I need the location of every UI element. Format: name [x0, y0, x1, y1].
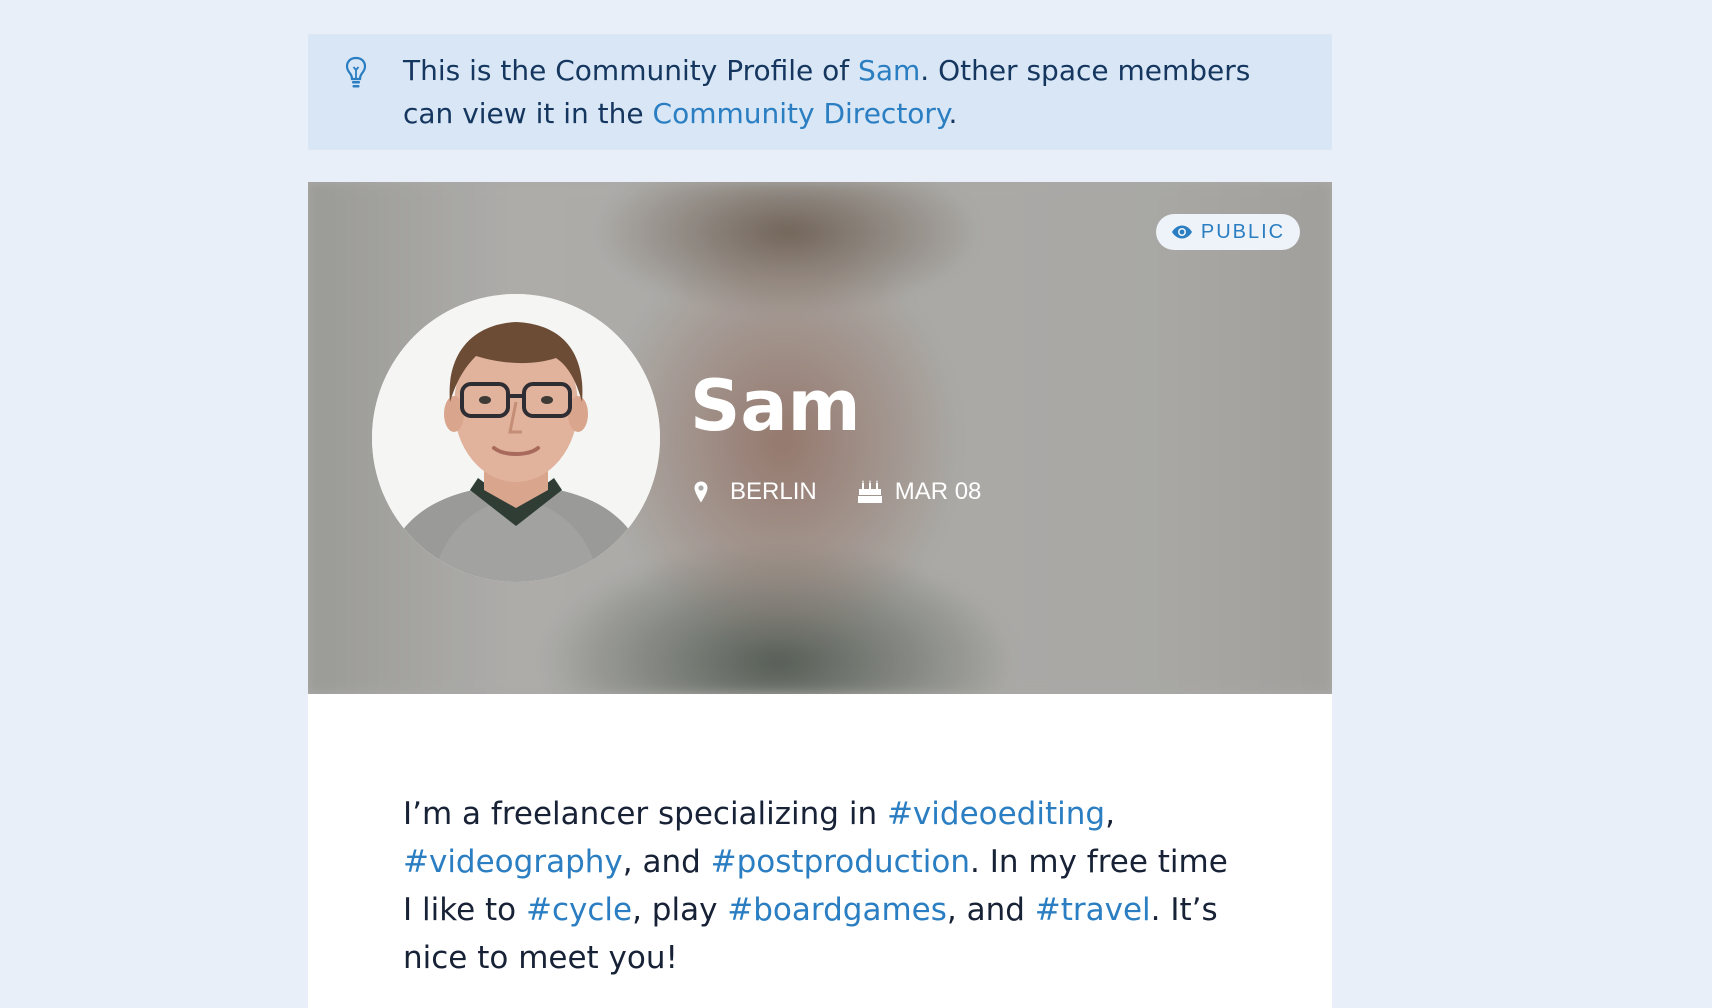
- hashtag-link[interactable]: #videoediting: [887, 796, 1105, 832]
- cover-image: PUBLIC Sam BERLIN MAR 08: [308, 182, 1332, 694]
- hashtag-link[interactable]: #cycle: [526, 892, 632, 928]
- profile-bio: I’m a freelancer specializing in #videoe…: [403, 790, 1233, 982]
- map-pin-icon: [694, 481, 708, 503]
- visibility-badge[interactable]: PUBLIC: [1156, 214, 1300, 250]
- profile-name: Sam: [690, 365, 861, 447]
- banner-text-prefix: This is the Community Profile of: [403, 54, 859, 87]
- bio-text: , and: [946, 892, 1035, 928]
- eye-icon: [1171, 225, 1192, 239]
- hashtag-link[interactable]: #travel: [1035, 892, 1151, 928]
- bio-text: , play: [632, 892, 728, 928]
- hashtag-link[interactable]: #postproduction: [711, 844, 970, 880]
- avatar: [372, 294, 660, 582]
- lightbulb-icon: [345, 56, 367, 88]
- location-label: BERLIN: [730, 478, 817, 505]
- profile-meta: BERLIN MAR 08: [694, 476, 981, 508]
- banner-text-suffix: .: [948, 97, 958, 130]
- visibility-label: PUBLIC: [1200, 220, 1286, 243]
- bio-text: ,: [1105, 796, 1115, 832]
- info-banner: This is the Community Profile of Sam. Ot…: [308, 34, 1332, 150]
- avatar-portrait: [372, 294, 660, 582]
- hashtag-link[interactable]: #videography: [403, 844, 623, 880]
- bio-text: I’m a freelancer specializing in: [403, 796, 887, 832]
- banner-text: This is the Community Profile of Sam. Ot…: [403, 49, 1283, 135]
- birthday-cake-icon: [857, 480, 882, 503]
- bio-text: , and: [622, 844, 711, 880]
- community-directory-link[interactable]: Community Directory: [653, 97, 949, 130]
- profile-name-link[interactable]: Sam: [858, 54, 920, 87]
- profile-card: PUBLIC Sam BERLIN MAR 08 I’m a freelance…: [308, 182, 1332, 1008]
- hashtag-link[interactable]: #boardgames: [727, 892, 947, 928]
- birthday-label: MAR 08: [894, 478, 982, 505]
